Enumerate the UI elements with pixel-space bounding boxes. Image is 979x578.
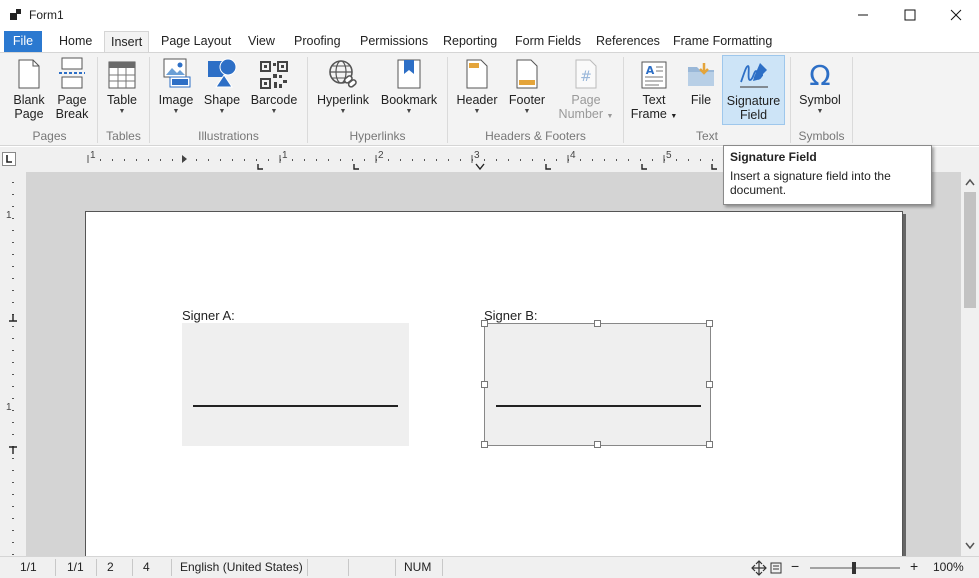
bookmark-icon: [397, 59, 421, 89]
group-text-label: Text: [695, 129, 718, 143]
signature-line: [496, 405, 701, 407]
omega-symbol-icon: Ω: [809, 59, 830, 89]
zoom-slider[interactable]: [808, 561, 902, 575]
tab-form-fields[interactable]: Form Fields: [509, 31, 587, 52]
ribbon-insert: Blank Page Page Break Table ▼ Image ▼ Shape ▼…: [0, 52, 979, 146]
hyperlink-button[interactable]: Hyperlink ▼: [312, 55, 374, 125]
maximize-button[interactable]: [887, 0, 933, 30]
zoom-in-button[interactable]: +: [910, 558, 918, 574]
vertical-ruler[interactable]: 1 1: [0, 172, 26, 556]
vertical-scrollbar[interactable]: [961, 172, 979, 556]
minimize-button[interactable]: [840, 0, 886, 30]
signer-a-label: Signer A:: [182, 308, 235, 323]
tab-reporting[interactable]: Reporting: [437, 31, 503, 52]
blank-page-icon: [18, 59, 40, 89]
zoom-out-button[interactable]: −: [791, 558, 799, 574]
resize-handle[interactable]: [481, 320, 488, 327]
footer-button[interactable]: Footer ▼: [504, 55, 550, 125]
resize-handle[interactable]: [706, 441, 713, 448]
resize-handle[interactable]: [706, 381, 713, 388]
tab-frame-formatting[interactable]: Frame Formatting: [667, 31, 778, 52]
signature-field-button[interactable]: Signature Field: [722, 55, 785, 125]
barcode-button[interactable]: Barcode ▼: [248, 55, 300, 125]
tooltip-body: Insert a signature field into the docume…: [730, 169, 891, 197]
tooltip-title: Signature Field: [730, 150, 817, 164]
status-bar: 1/1 1/1 2 4 English (United States) NUM …: [0, 556, 979, 578]
text-frame-icon: A: [641, 61, 667, 89]
close-icon: [950, 9, 962, 21]
maximize-icon: [904, 9, 916, 21]
status-zoom: 100%: [933, 560, 964, 574]
signer-b-label: Signer B:: [484, 308, 538, 323]
scroll-down-icon[interactable]: [965, 542, 975, 550]
resize-handle[interactable]: [594, 320, 601, 327]
view-layout-icon[interactable]: [751, 560, 785, 576]
symbol-button[interactable]: Ω Symbol ▼: [795, 55, 845, 125]
tab-references[interactable]: References: [590, 31, 666, 52]
header-icon: [466, 59, 488, 89]
group-pages-label: Pages: [32, 129, 67, 143]
text-frame-button[interactable]: A Text Frame ▼: [628, 55, 680, 125]
resize-handle[interactable]: [594, 441, 601, 448]
table-icon: [108, 61, 136, 89]
resize-handle[interactable]: [706, 320, 713, 327]
resize-handle[interactable]: [481, 441, 488, 448]
group-tables-label: Tables: [106, 129, 141, 143]
tab-permissions[interactable]: Permissions: [354, 31, 434, 52]
window-title: Form1: [29, 8, 64, 22]
hyperlink-icon: [329, 60, 357, 88]
file-button[interactable]: File: [684, 55, 718, 125]
title-bar: Form1: [0, 0, 979, 30]
scrollbar-thumb[interactable]: [964, 192, 976, 308]
status-num-lock: NUM: [404, 560, 432, 574]
tab-page-layout[interactable]: Page Layout: [155, 31, 237, 52]
svg-text:#: #: [580, 69, 592, 85]
ribbon-tabs: File Home Insert Page Layout View Proofi…: [0, 30, 979, 53]
group-illustrations-label: Illustrations: [198, 129, 259, 143]
page-break-icon: [59, 57, 85, 89]
close-button[interactable]: [933, 0, 979, 30]
svg-text:Ω: Ω: [809, 59, 830, 89]
image-icon: [163, 58, 191, 88]
signature-line: [193, 405, 398, 407]
folder-icon: [688, 63, 714, 86]
page-break-button[interactable]: Page Break: [52, 55, 92, 125]
page-number-button[interactable]: # Page Number ▼: [556, 55, 616, 125]
signature-field-a[interactable]: [182, 323, 409, 446]
signature-field-b[interactable]: [481, 320, 713, 448]
status-page: 1/1: [20, 560, 37, 574]
shape-button[interactable]: Shape ▼: [202, 55, 242, 125]
barcode-icon: [260, 61, 288, 89]
shape-icon: [208, 58, 237, 88]
vertical-ruler-ticks: [9, 182, 17, 555]
header-button[interactable]: Header ▼: [452, 55, 502, 125]
resize-handle[interactable]: [481, 381, 488, 388]
tab-view[interactable]: View: [242, 31, 281, 52]
signature-field-tooltip: Signature Field Insert a signature field…: [723, 145, 932, 205]
app-icon: [10, 9, 21, 20]
scroll-up-icon[interactable]: [965, 178, 975, 186]
page-number-icon: #: [575, 59, 597, 89]
status-column: 4: [143, 560, 150, 574]
status-line: 2: [107, 560, 114, 574]
status-section: 1/1: [67, 560, 84, 574]
document-area[interactable]: Signer A: Signer B:: [26, 172, 961, 556]
group-symbols-label: Symbols: [798, 129, 845, 143]
image-button[interactable]: Image ▼: [154, 55, 198, 125]
tab-home[interactable]: Home: [53, 31, 98, 52]
group-hyperlinks-label: Hyperlinks: [349, 129, 406, 143]
footer-icon: [516, 59, 538, 89]
status-language[interactable]: English (United States): [180, 560, 303, 574]
bookmark-button[interactable]: Bookmark ▼: [378, 55, 440, 125]
tab-proofing[interactable]: Proofing: [288, 31, 347, 52]
minimize-icon: [858, 14, 868, 16]
tab-insert[interactable]: Insert: [104, 31, 150, 53]
tab-file[interactable]: File: [4, 31, 42, 52]
signature-icon: [739, 63, 768, 88]
blank-page-button[interactable]: Blank Page: [8, 55, 50, 125]
document-page[interactable]: Signer A: Signer B:: [85, 211, 903, 556]
table-button[interactable]: Table ▼: [102, 55, 142, 125]
group-headers-footers-label: Headers & Footers: [485, 129, 586, 143]
svg-text:A: A: [646, 64, 655, 77]
